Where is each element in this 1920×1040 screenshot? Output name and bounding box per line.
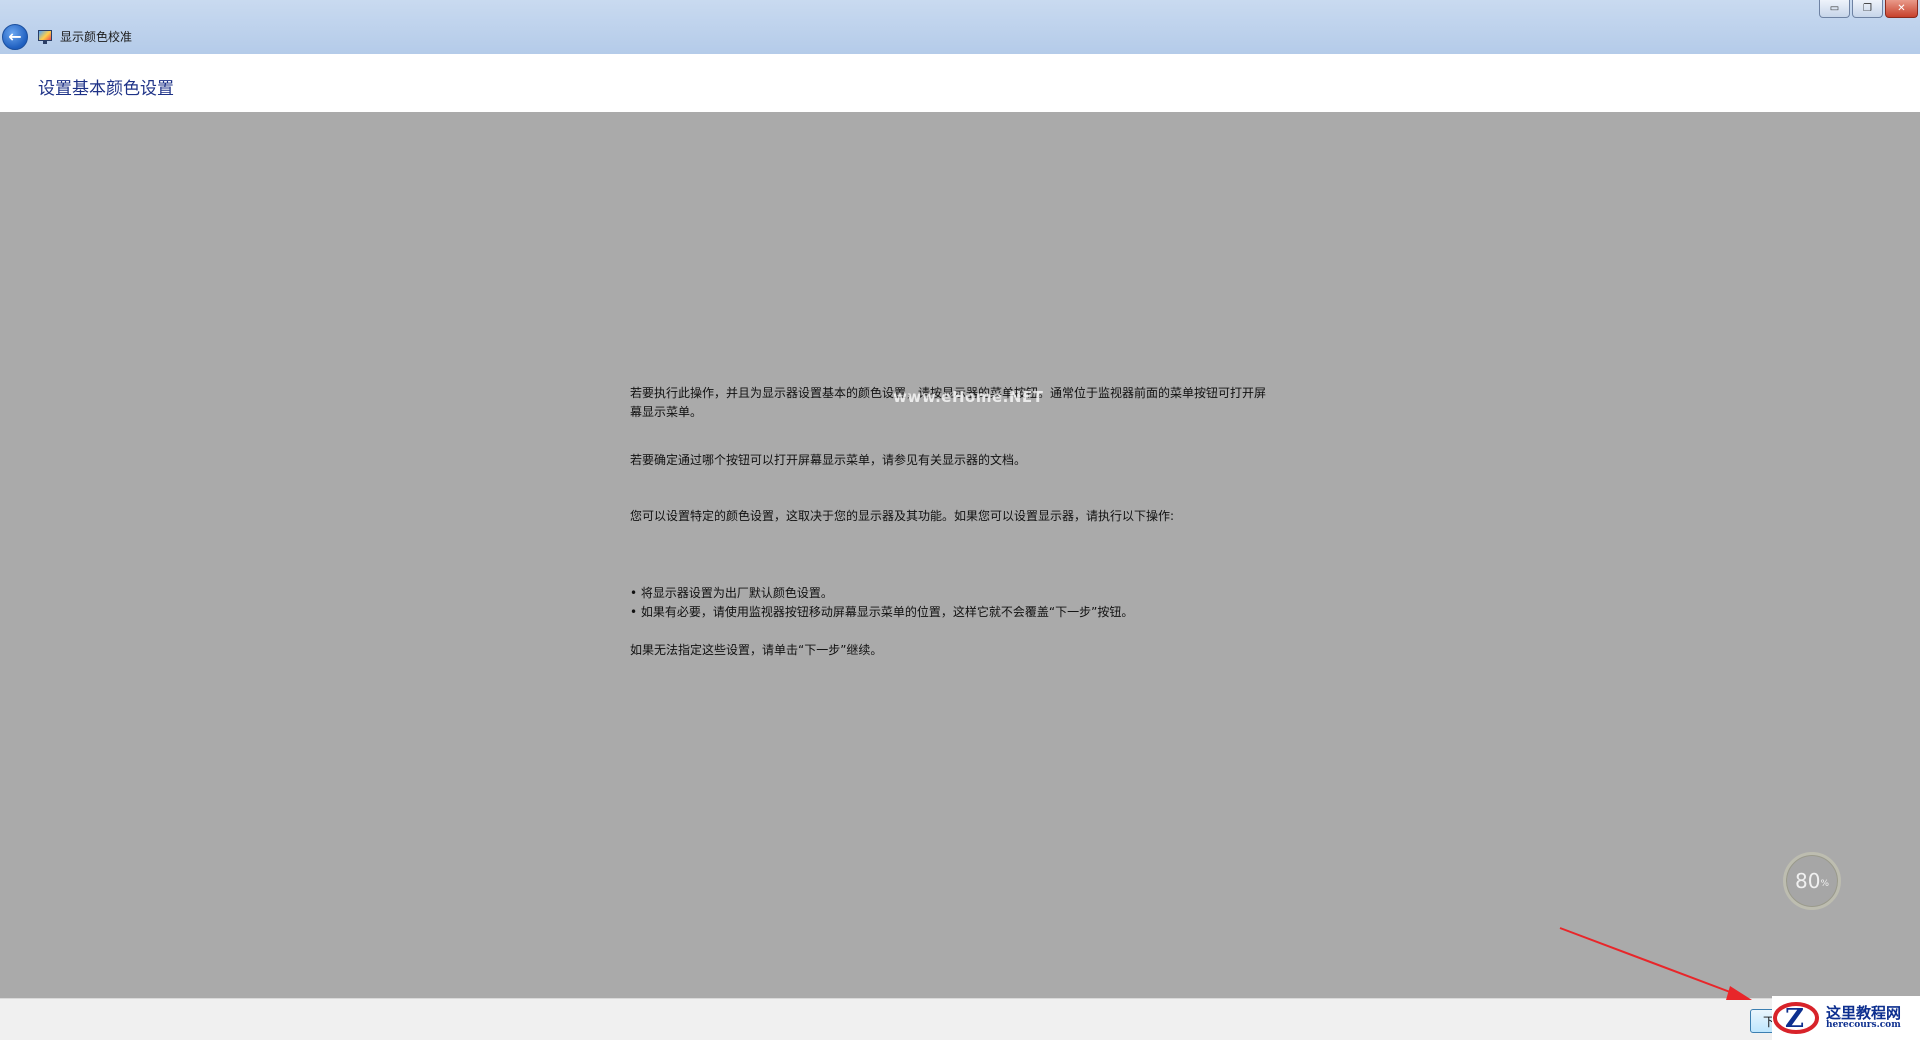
- zoom-level-value: 80: [1794, 869, 1821, 893]
- list-item: 如果有必要，请使用监视器按钮移动屏幕显示菜单的位置，这样它就不会覆盖“下一步”按…: [630, 603, 1270, 622]
- back-arrow-icon: ←: [8, 27, 22, 46]
- instructions: 若要执行此操作，并且为显示器设置基本的颜色设置，请按显示器的菜单按钮。通常位于监…: [630, 384, 1270, 660]
- logo-mark-letter: Z: [1785, 1004, 1804, 1034]
- display-icon: [38, 30, 52, 44]
- logo-mark-icon: Z: [1773, 1002, 1819, 1034]
- color-calibration-window: ← 显示颜色校准 ▭ ❐ ✕ 设置基本颜色设置 若要执行此操作，并且为显示器设置…: [0, 0, 1920, 1040]
- red-arrow-annotation: [1559, 927, 1752, 1000]
- restore-icon: ❐: [1863, 3, 1872, 14]
- instruction-paragraph-2: 若要确定通过哪个按钮可以打开屏幕显示菜单，请参见有关显示器的文档。: [630, 453, 1027, 467]
- page-title: 设置基本颜色设置: [38, 79, 174, 99]
- logo-chinese-name: 这里教程网: [1826, 1003, 1902, 1022]
- page-header: 设置基本颜色设置: [0, 54, 1920, 112]
- logo-domain: herecours.com: [1826, 1020, 1901, 1031]
- minimize-icon: ▭: [1829, 3, 1840, 14]
- instruction-paragraph-3: 您可以设置特定的颜色设置，这取决于您的显示器及其功能。如果您可以设置显示器，请执…: [630, 509, 1175, 523]
- zoom-level-unit: %: [1820, 879, 1829, 889]
- list-item: 将显示器设置为出厂默认颜色设置。: [630, 584, 1270, 603]
- site-logo: Z 这里教程网 herecours.com: [1772, 996, 1920, 1040]
- title-bar: ← 显示颜色校准 ▭ ❐ ✕: [0, 0, 1920, 55]
- watermark: www.eHome.NET: [893, 388, 1044, 406]
- main-content-area: 若要执行此操作，并且为显示器设置基本的颜色设置，请按显示器的菜单按钮。通常位于监…: [0, 112, 1920, 998]
- minimize-button[interactable]: ▭: [1819, 0, 1850, 18]
- window-controls: ▭ ❐ ✕: [1819, 0, 1918, 18]
- logo-text: 这里教程网 herecours.com: [1826, 1005, 1901, 1031]
- restore-button[interactable]: ❐: [1852, 0, 1883, 18]
- window-title: 显示颜色校准: [60, 30, 133, 44]
- back-button[interactable]: ←: [2, 24, 28, 50]
- instruction-bullets: 将显示器设置为出厂默认颜色设置。 如果有必要，请使用监视器按钮移动屏幕显示菜单的…: [630, 584, 1270, 622]
- close-icon: ✕: [1897, 3, 1906, 14]
- instruction-paragraph-continue: 如果无法指定这些设置，请单击“下一步”继续。: [630, 643, 883, 657]
- close-button[interactable]: ✕: [1885, 0, 1918, 18]
- zoom-level-badge[interactable]: 80%: [1783, 852, 1841, 910]
